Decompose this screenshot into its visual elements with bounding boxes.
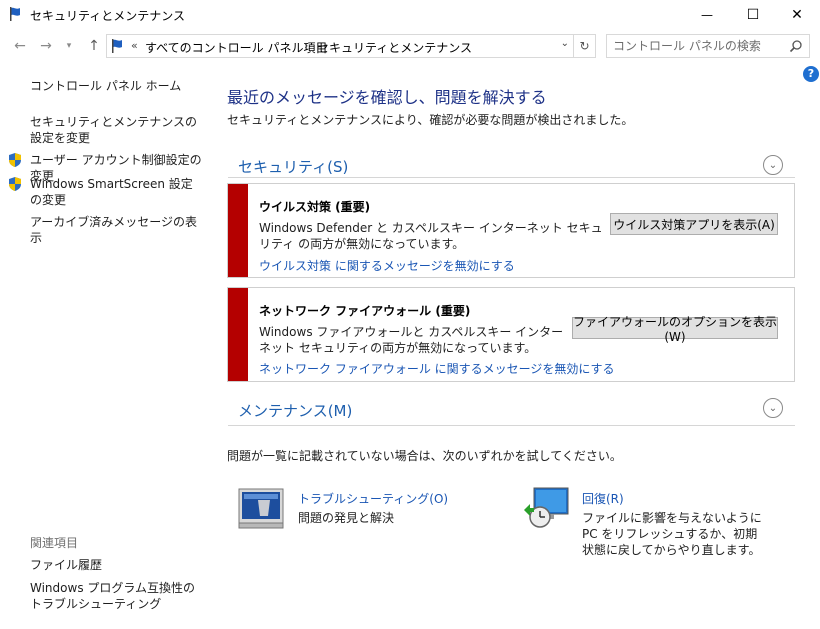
forward-arrow-icon: → <box>40 38 52 54</box>
show-antivirus-apps-button[interactable]: ウイルス対策アプリを表示(A) <box>610 213 778 235</box>
divider <box>228 177 795 178</box>
recovery-description: ファイルに影響を与えないように PC をリフレッシュするか、初期状態に戻してから… <box>582 511 762 557</box>
divider <box>228 425 795 426</box>
refresh-icon: ↻ <box>579 39 590 53</box>
minimize-button[interactable]: — <box>684 0 730 30</box>
security-collapse-button[interactable]: ⌄ <box>763 155 783 175</box>
up-button[interactable]: ↑ <box>84 36 104 56</box>
window-title: セキュリティとメンテナンス <box>30 9 186 23</box>
troubleshooting-tool: トラブルシューティング(O) 問題の発見と解決 <box>238 486 508 536</box>
back-button[interactable]: ← <box>10 36 30 56</box>
sidebar-item-smartscreen[interactable]: Windows SmartScreen 設定の変更 <box>30 176 202 208</box>
page-title: 最近のメッセージを確認し、問題を解決する <box>227 88 547 107</box>
sidebar-home-link[interactable]: コントロール パネル ホーム <box>30 78 202 94</box>
address-dropdown-icon[interactable]: ⌄ <box>561 38 569 49</box>
recovery-link[interactable]: 回復(R) <box>582 490 624 507</box>
recovery-icon[interactable] <box>522 486 570 530</box>
search-box[interactable] <box>606 34 810 58</box>
firewall-alert: ネットワーク ファイアウォール (重要) Windows ファイアウォールと カ… <box>227 287 795 382</box>
refresh-button[interactable]: ↻ <box>574 34 596 58</box>
address-bar[interactable]: « すべてのコントロール パネル項目 › セキュリティとメンテナンス ⌄ <box>106 34 574 58</box>
chevron-down-icon: ⌄ <box>768 159 778 171</box>
flag-icon <box>112 39 122 53</box>
maintenance-expand-button[interactable]: ⌄ <box>763 398 783 418</box>
up-arrow-icon: ↑ <box>88 38 100 54</box>
security-section-title[interactable]: セキュリティ(S) <box>238 156 348 177</box>
navigation-bar: ← → ▾ ↑ « すべてのコントロール パネル項目 › セキュリティとメンテナ… <box>0 32 820 60</box>
search-icon[interactable] <box>789 39 803 53</box>
chevron-down-icon: ▾ <box>66 41 72 51</box>
breadcrumb-security-maintenance[interactable]: セキュリティとメンテナンス <box>317 39 472 56</box>
alert-title: ネットワーク ファイアウォール (重要) <box>259 304 471 318</box>
forward-button[interactable]: → <box>36 36 56 56</box>
title-bar: セキュリティとメンテナンス — ☐ ✕ <box>0 0 820 30</box>
troubleshooting-description: 問題の発見と解決 <box>298 511 395 525</box>
maximize-icon: ☐ <box>746 7 760 23</box>
breadcrumb-separator[interactable]: › <box>304 39 308 52</box>
address-overflow[interactable]: « <box>131 39 138 52</box>
uac-shield-icon <box>9 153 21 167</box>
chevron-down-icon: ⌄ <box>768 402 778 414</box>
disable-firewall-messages-link[interactable]: ネットワーク ファイアウォール に関するメッセージを無効にする <box>259 360 615 377</box>
sidebar-related-file-history[interactable]: ファイル履歴 <box>30 557 202 573</box>
troubleshooting-icon[interactable] <box>238 486 286 530</box>
maintenance-section-title[interactable]: メンテナンス(M) <box>238 400 352 421</box>
uac-shield-icon <box>9 177 21 191</box>
close-button[interactable]: ✕ <box>774 0 820 30</box>
alert-severity-bar <box>228 184 248 277</box>
alert-body: Windows Defender と カスペルスキー インターネット セキュリテ… <box>259 221 603 251</box>
troubleshooting-link[interactable]: トラブルシューティング(O) <box>298 490 448 507</box>
search-input[interactable] <box>613 38 783 54</box>
alert-title: ウイルス対策 (重要) <box>259 200 371 214</box>
try-instructions: 問題が一覧に記載されていない場合は、次のいずれかを試してください。 <box>227 449 622 463</box>
page-subtitle: セキュリティとメンテナンスにより、確認が必要な問題が検出されました。 <box>227 113 634 127</box>
maximize-button[interactable]: ☐ <box>730 0 776 30</box>
alert-body: Windows ファイアウォールと カスペルスキー インターネット セキュリティ… <box>259 325 564 355</box>
related-heading: 関連項目 <box>30 536 79 550</box>
sidebar-related-compat-troubleshoot[interactable]: Windows プログラム互換性のトラブルシューティング <box>30 580 202 612</box>
show-firewall-options-button[interactable]: ファイアウォールのオプションを表示(W) <box>572 315 778 344</box>
recent-locations-button[interactable]: ▾ <box>62 36 76 56</box>
breadcrumb-all-items[interactable]: すべてのコントロール パネル項目 <box>145 39 328 56</box>
alert-severity-bar <box>228 288 248 381</box>
back-arrow-icon: ← <box>14 38 26 54</box>
sidebar-item-archived-messages[interactable]: アーカイブ済みメッセージの表示 <box>30 214 202 246</box>
disable-antivirus-messages-link[interactable]: ウイルス対策 に関するメッセージを無効にする <box>259 257 515 274</box>
flag-icon <box>10 7 20 21</box>
sidebar-item-change-settings[interactable]: セキュリティとメンテナンスの設定を変更 <box>30 114 202 146</box>
antivirus-alert: ウイルス対策 (重要) Windows Defender と カスペルスキー イ… <box>227 183 795 278</box>
recovery-tool: 回復(R) ファイルに影響を与えないように PC をリフレッシュするか、初期状態… <box>522 486 762 557</box>
close-icon: ✕ <box>791 7 803 23</box>
help-icon[interactable]: ? <box>803 66 819 82</box>
minimize-icon: — <box>701 8 713 22</box>
